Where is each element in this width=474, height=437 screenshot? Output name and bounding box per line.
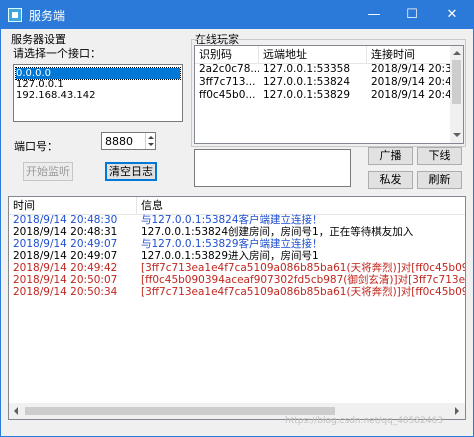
port-spin-buttons[interactable] (145, 133, 156, 149)
message-input[interactable] (194, 149, 351, 187)
maximize-button[interactable]: ☐ (393, 1, 431, 29)
players-vscrollbar[interactable] (450, 46, 463, 143)
log-time: 2018/9/14 20:50:34 (13, 286, 118, 298)
port-stepper[interactable]: 8880 (101, 132, 156, 150)
scroll-down-icon[interactable] (453, 133, 461, 137)
app-icon (8, 8, 22, 22)
log-message: [3ff7c713ea1e4f7ca5109a086b85ba61(天将奔烈)]… (141, 286, 465, 298)
choose-interface-label: 请选择一个接口： (13, 47, 101, 60)
refresh-button[interactable]: 刷新 (417, 171, 462, 189)
private-message-button[interactable]: 私发 (368, 171, 413, 189)
log-message: [3ff7c713ea1e4f7ca5109a086b85ba61(天将奔烈)]… (141, 262, 465, 274)
players-listview[interactable]: 识别码 远端地址 连接时间 2a2c0c78... 127.0.0.1:5335… (194, 45, 464, 144)
log-header: 时间 信息 (9, 197, 465, 215)
log-scroll-thumb[interactable] (25, 407, 335, 415)
port-value: 8880 (105, 135, 133, 148)
log-time: 2018/9/14 20:50:07 (13, 274, 118, 286)
log-message: 127.0.0.1:53829进入房间，房间号1 (141, 250, 319, 262)
log-time: 2018/9/14 20:48:30 (13, 214, 118, 226)
player-id: ff0c45b0... (199, 89, 256, 101)
broadcast-button[interactable]: 广播 (368, 147, 413, 165)
interface-item[interactable]: 127.0.0.1 (16, 79, 64, 90)
log-time: 2018/9/14 20:49:07 (13, 250, 118, 262)
player-remote: 127.0.0.1:53829 (263, 89, 351, 101)
column-header-time[interactable]: 时间 (9, 197, 137, 214)
scroll-left-icon[interactable] (14, 407, 18, 415)
scroll-up-icon[interactable] (453, 51, 461, 55)
kick-button[interactable]: 下线 (417, 147, 462, 165)
log-message: 与127.0.0.1:53824客户端建立连接！ (141, 214, 323, 226)
close-button[interactable]: ✕ (433, 1, 471, 29)
main-window: 服务端 — ☐ ✕ 服务器设置 请选择一个接口： 0.0.0.0 127.0.0… (0, 0, 474, 437)
watermark: https://blog.csdn.net/qq_40582463 (285, 416, 444, 426)
player-conn-time: 2018/9/14 20:49:07 (371, 89, 457, 101)
log-listview[interactable]: 时间 信息 2018/9/14 20:48:30 与127.0.0.1:53824… (8, 196, 466, 420)
window-title: 服务端 (29, 9, 66, 23)
log-time: 2018/9/14 20:48:31 (13, 226, 118, 238)
scroll-right-icon[interactable] (455, 407, 459, 415)
players-scroll-thumb[interactable] (452, 60, 461, 104)
spin-up-icon[interactable] (148, 136, 154, 139)
log-time: 2018/9/14 20:49:07 (13, 238, 118, 250)
title-bar[interactable]: 服务端 — ☐ ✕ (1, 1, 473, 29)
log-message: 127.0.0.1:53824创建房间，房间号1，正在等待棋友加入 (141, 226, 414, 238)
log-message: 与127.0.0.1:53829客户端建立连接！ (141, 238, 323, 250)
log-message: [ff0c45b090394aceaf907302fd5cb987(御剑玄清)]… (141, 274, 465, 286)
port-label: 端口号： (14, 140, 58, 153)
column-header-info[interactable]: 信息 (137, 197, 465, 214)
log-time: 2018/9/14 20:49:42 (13, 262, 118, 274)
interface-item[interactable]: 0.0.0.0 (15, 67, 181, 80)
interface-list[interactable]: 0.0.0.0 127.0.0.1 192.168.43.142 (13, 64, 183, 122)
spin-down-icon[interactable] (148, 143, 154, 146)
interface-item[interactable]: 192.168.43.142 (16, 90, 96, 101)
clear-log-button[interactable]: 清空日志 (105, 162, 157, 181)
minimize-button[interactable]: — (355, 1, 393, 29)
start-listen-button[interactable]: 开始监听 (23, 162, 73, 181)
